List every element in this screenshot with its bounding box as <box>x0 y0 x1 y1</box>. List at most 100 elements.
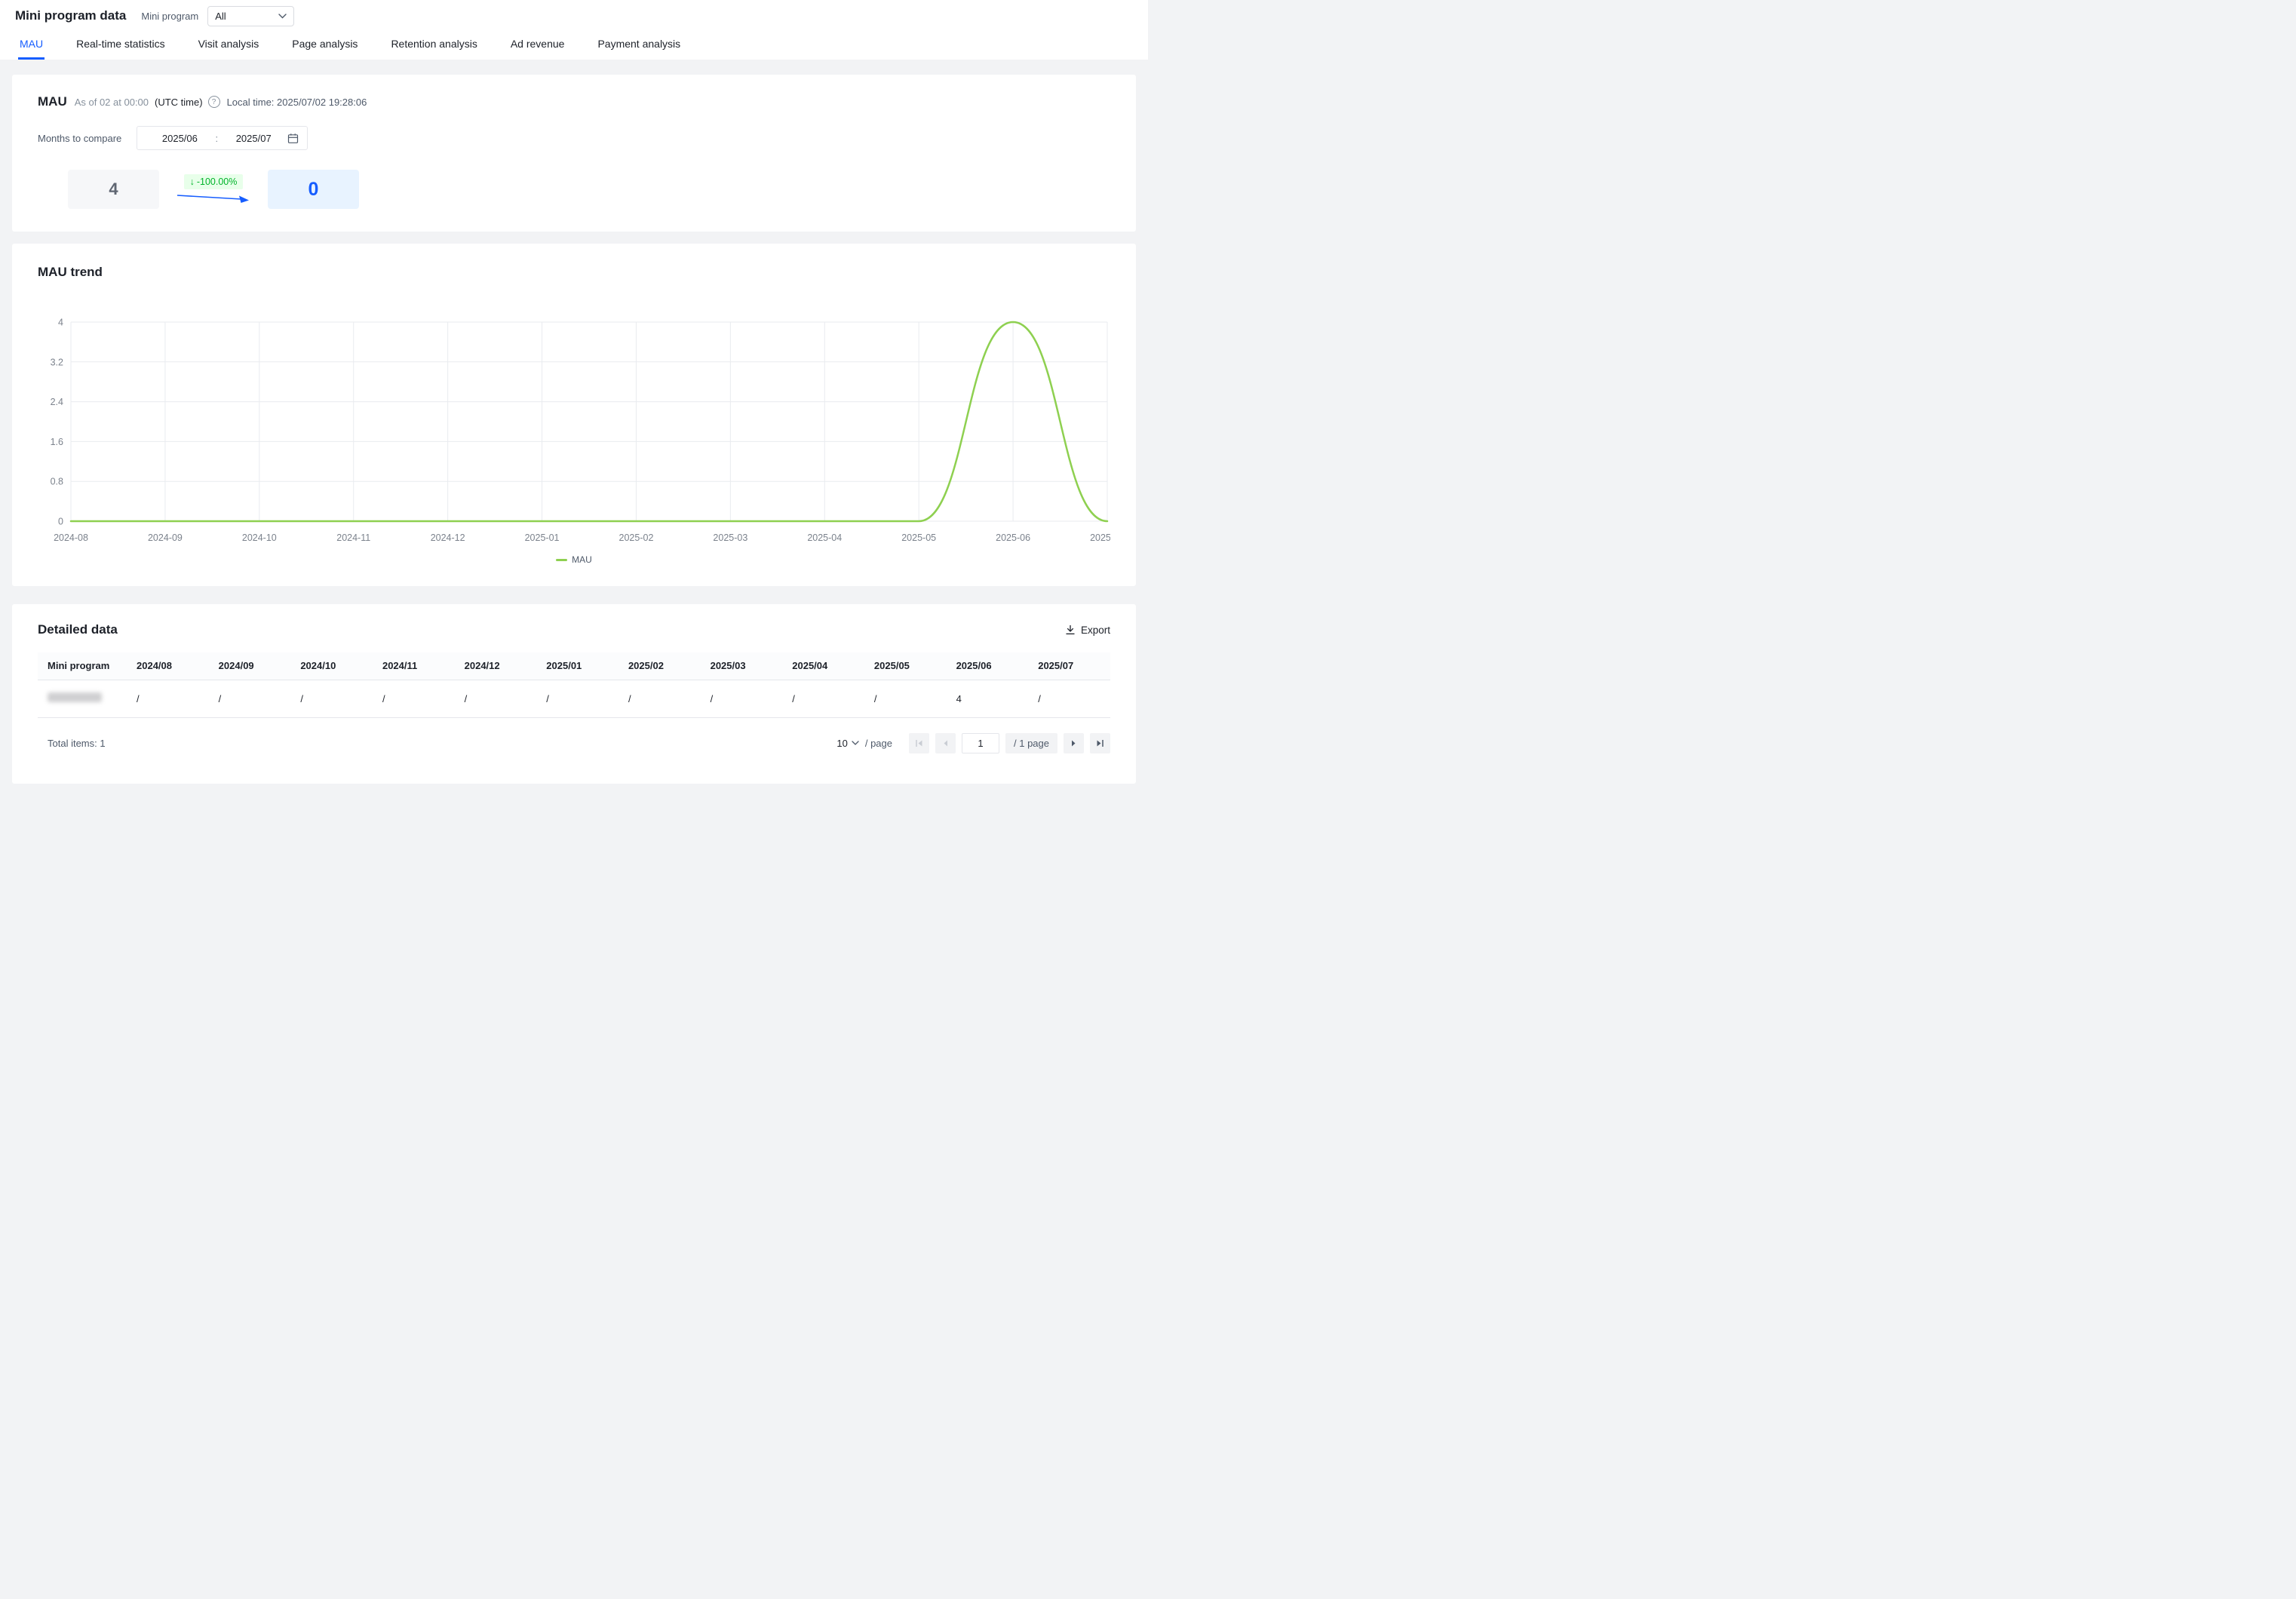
table-cell: / <box>1028 680 1110 717</box>
column-header: 2025/03 <box>701 652 783 680</box>
next-page-icon <box>1069 738 1079 748</box>
export-button[interactable]: Export <box>1065 625 1110 636</box>
range-separator: : <box>213 133 219 144</box>
column-header: 2025/07 <box>1028 652 1110 680</box>
svg-text:2025-01: 2025-01 <box>525 532 560 543</box>
column-header: 2025/04 <box>782 652 864 680</box>
table-cell: 4 <box>947 680 1029 717</box>
page-size-select[interactable]: 10 <box>836 738 858 749</box>
trend-arrow-icon <box>176 191 251 204</box>
svg-text:2024-10: 2024-10 <box>242 532 277 543</box>
tab-ad-revenue[interactable]: Ad revenue <box>509 32 566 60</box>
page-count-label: / 1 page <box>1005 733 1057 753</box>
export-label: Export <box>1081 625 1110 636</box>
mau-summary-card: MAU As of 02 at 00:00 (UTC time) ? Local… <box>12 75 1136 232</box>
column-header: 2024/08 <box>127 652 209 680</box>
column-header: 2025/05 <box>864 652 947 680</box>
table-cell: / <box>864 680 947 717</box>
svg-text:2025-05: 2025-05 <box>901 532 936 543</box>
mini-program-name-redacted <box>48 692 102 702</box>
column-header: 2025/02 <box>619 652 701 680</box>
range-end-value[interactable]: 2025/07 <box>219 133 287 144</box>
svg-text:2024-08: 2024-08 <box>54 532 88 543</box>
month-range-picker[interactable]: 2025/06 : 2025/07 <box>137 126 308 150</box>
detailed-data-table: Mini program2024/082024/092024/102024/11… <box>38 652 1110 718</box>
local-time-label: Local time: 2025/07/02 19:28:06 <box>227 97 367 108</box>
column-header: 2024/11 <box>373 652 455 680</box>
column-header: 2024/12 <box>455 652 537 680</box>
utc-time-label: (UTC time) <box>155 97 203 108</box>
table-row: //////////4/ <box>38 680 1110 717</box>
tab-visit-analysis[interactable]: Visit analysis <box>197 32 261 60</box>
column-header: Mini program <box>38 652 127 680</box>
svg-text:2025-03: 2025-03 <box>713 532 747 543</box>
svg-text:0.8: 0.8 <box>51 477 63 487</box>
previous-page-button[interactable] <box>935 733 956 753</box>
detailed-data-title: Detailed data <box>38 622 118 637</box>
legend-swatch <box>556 559 567 561</box>
page-number-input[interactable] <box>962 733 999 753</box>
range-start-value[interactable]: 2025/06 <box>146 133 213 144</box>
mau-compare-values: 4 ↓ -100.00% 0 <box>68 170 1110 209</box>
as-of-label: As of 02 at 00:00 <box>75 97 149 108</box>
page-title: Mini program data <box>15 8 126 23</box>
per-page-label: / page <box>865 738 892 749</box>
change-badge: ↓ -100.00% <box>184 174 244 189</box>
page-size-value: 10 <box>836 738 847 749</box>
column-header: 2024/10 <box>290 652 373 680</box>
months-compare-row: Months to compare 2025/06 : 2025/07 <box>38 126 1110 150</box>
table-cell: / <box>782 680 864 717</box>
svg-text:2024-12: 2024-12 <box>431 532 465 543</box>
tab-real-time-statistics[interactable]: Real-time statistics <box>75 32 166 60</box>
svg-text:4: 4 <box>58 318 63 328</box>
months-compare-label: Months to compare <box>38 133 121 144</box>
column-header: 2025/01 <box>536 652 619 680</box>
tab-bar: MAU Real-time statistics Visit analysis Pag… <box>0 32 1148 60</box>
download-icon <box>1065 625 1076 635</box>
tab-page-analysis[interactable]: Page analysis <box>290 32 359 60</box>
chart-area: 2024-08 2024-09 2024-10 2024-11 2024-12 2025-… <box>38 315 1110 565</box>
mau-heading-row: MAU As of 02 at 00:00 (UTC time) ? Local… <box>38 94 1110 109</box>
chevron-down-icon <box>278 14 287 19</box>
total-items-label: Total items: 1 <box>38 738 106 749</box>
last-page-icon <box>1095 738 1105 748</box>
previous-page-icon <box>941 738 950 748</box>
table-cell: / <box>701 680 783 717</box>
last-page-button[interactable] <box>1090 733 1110 753</box>
tab-retention-analysis[interactable]: Retention analysis <box>389 32 478 60</box>
svg-text:2025-04: 2025-04 <box>807 532 842 543</box>
svg-text:2024-11: 2024-11 <box>336 532 370 543</box>
mini-program-filter-label: Mini program <box>141 11 198 22</box>
table-footer: Total items: 1 10 / page / 1 page <box>38 733 1110 753</box>
tab-payment-analysis[interactable]: Payment analysis <box>596 32 682 60</box>
arrow-down-icon: ↓ <box>190 176 195 187</box>
change-percentage: -100.00% <box>197 176 238 187</box>
table-cell: / <box>290 680 373 717</box>
svg-text:2024-09: 2024-09 <box>148 532 183 543</box>
svg-text:1.6: 1.6 <box>51 437 63 447</box>
tab-mau[interactable]: MAU <box>18 32 45 60</box>
table-cell: / <box>536 680 619 717</box>
mini-program-select[interactable]: All <box>207 6 294 26</box>
chevron-down-icon <box>852 741 859 745</box>
table-cell: / <box>373 680 455 717</box>
previous-month-value: 4 <box>68 170 159 209</box>
calendar-icon <box>287 133 299 144</box>
table-cell: / <box>619 680 701 717</box>
topbar: Mini program data Mini program All <box>0 0 1148 32</box>
question-circle-icon[interactable]: ? <box>208 96 220 108</box>
mau-trend-title: MAU trend <box>38 265 1110 280</box>
svg-text:2025-07: 2025-07 <box>1090 532 1110 543</box>
mini-program-name-cell <box>38 680 127 717</box>
chart-legend[interactable]: MAU <box>38 554 1110 565</box>
first-page-button[interactable] <box>909 733 929 753</box>
svg-text:0: 0 <box>58 517 63 527</box>
table-cell: / <box>455 680 537 717</box>
svg-text:3.2: 3.2 <box>51 357 63 367</box>
first-page-icon <box>914 738 924 748</box>
page-header: Mini program data Mini program All MAU Re… <box>0 0 1148 60</box>
svg-text:2025-02: 2025-02 <box>619 532 654 543</box>
detailed-data-card: Detailed data Export Mini program2024/08… <box>12 604 1136 784</box>
mau-trend-chart: 2024-08 2024-09 2024-10 2024-11 2024-12 2025-… <box>38 315 1110 551</box>
next-page-button[interactable] <box>1064 733 1084 753</box>
